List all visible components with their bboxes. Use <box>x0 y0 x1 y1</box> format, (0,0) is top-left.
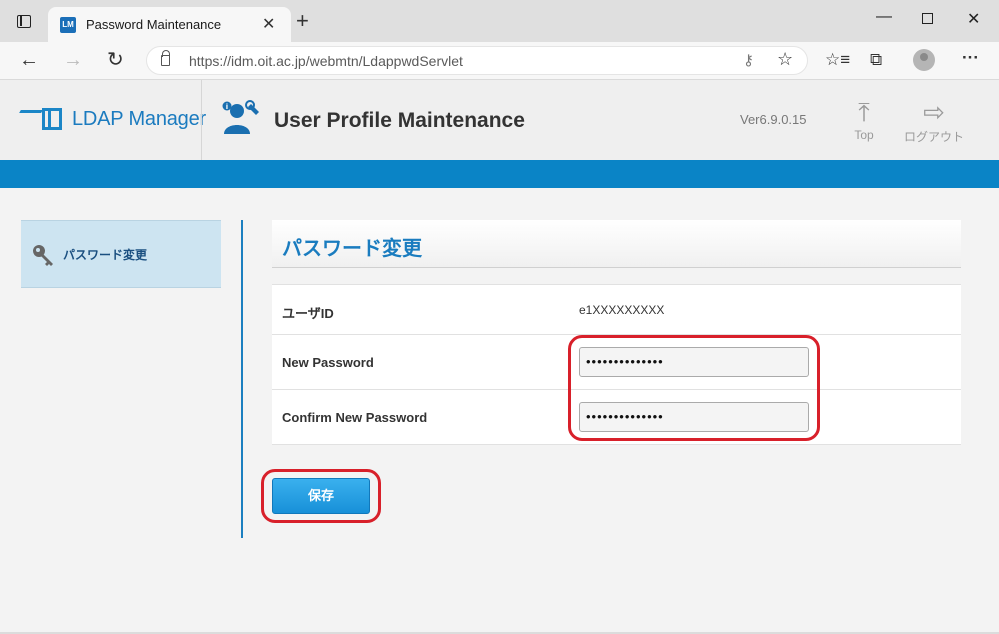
key-icon <box>33 245 53 266</box>
new-tab-icon[interactable]: + <box>296 10 309 32</box>
top-label: Top <box>854 128 874 142</box>
logout-button[interactable]: ⇨ ログアウト <box>902 98 966 145</box>
collections-icon[interactable]: ⧉ <box>870 50 882 70</box>
password-fields-highlight <box>568 335 820 441</box>
logout-label: ログアウト <box>903 130 964 144</box>
user-maintenance-icon: i <box>222 100 259 134</box>
logo-mark-icon <box>19 106 64 132</box>
sidebar-item-password-change[interactable]: パスワード変更 <box>21 220 221 288</box>
sidebar-item-label: パスワード変更 <box>63 248 148 262</box>
header-divider <box>201 80 202 160</box>
top-button[interactable]: ⤒ Top <box>846 98 882 142</box>
app-title: User Profile Maintenance <box>274 109 525 132</box>
logout-icon: ⇨ <box>923 97 945 127</box>
tab-close-icon[interactable]: ✕ <box>262 14 275 34</box>
browser-toolbar: ← → ↻ https://idm.oit.ac.jp/webmtn/Ldapp… <box>0 42 999 80</box>
user-id-row: ユーザID e1XXXXXXXXX <box>272 285 961 335</box>
add-favorite-icon[interactable]: ☆ <box>777 49 793 70</box>
maximize-icon[interactable] <box>922 13 933 24</box>
user-id-value: e1XXXXXXXXX <box>579 303 665 317</box>
section-title: パスワード変更 <box>282 238 422 260</box>
svg-text:i: i <box>226 103 228 111</box>
favorites-icon[interactable]: ☆≡ <box>825 50 850 70</box>
save-button-highlight <box>261 469 381 523</box>
ldap-manager-logo[interactable]: LDAP Manager <box>19 104 206 134</box>
browser-tab[interactable]: LM Password Maintenance ✕ <box>48 7 291 42</box>
forward-icon[interactable]: → <box>63 49 83 71</box>
browser-titlebar: LM Password Maintenance ✕ + — ✕ <box>0 0 999 42</box>
logo-text: LDAP Manager <box>72 107 206 130</box>
confirm-password-label: Confirm New Password <box>282 410 428 425</box>
header-accent-bar <box>0 160 999 188</box>
key-icon[interactable]: ⚷ <box>743 51 754 69</box>
lock-icon[interactable] <box>161 50 170 66</box>
profile-avatar-icon[interactable] <box>913 49 935 71</box>
new-password-label: New Password <box>282 355 374 370</box>
address-bar[interactable]: https://idm.oit.ac.jp/webmtn/LdappwdServ… <box>146 46 808 75</box>
user-id-label: ユーザID <box>282 306 334 321</box>
section-header: パスワード変更 <box>272 220 961 268</box>
url-text[interactable]: https://idm.oit.ac.jp/webmtn/LdappwdServ… <box>189 53 463 69</box>
arrow-up-to-line-icon: ⤒ <box>858 97 870 127</box>
content-divider <box>241 220 243 538</box>
tab-title: Password Maintenance <box>86 17 222 32</box>
version-text: Ver6.9.0.15 <box>740 112 807 127</box>
refresh-icon[interactable]: ↻ <box>107 49 124 71</box>
minimize-icon[interactable]: — <box>876 8 892 26</box>
window-close-icon[interactable]: ✕ <box>967 9 980 29</box>
more-menu-icon[interactable]: ··· <box>962 48 979 68</box>
back-icon[interactable]: ← <box>19 49 39 71</box>
tab-actions-icon[interactable] <box>17 15 31 28</box>
tab-favicon-icon: LM <box>60 17 76 33</box>
